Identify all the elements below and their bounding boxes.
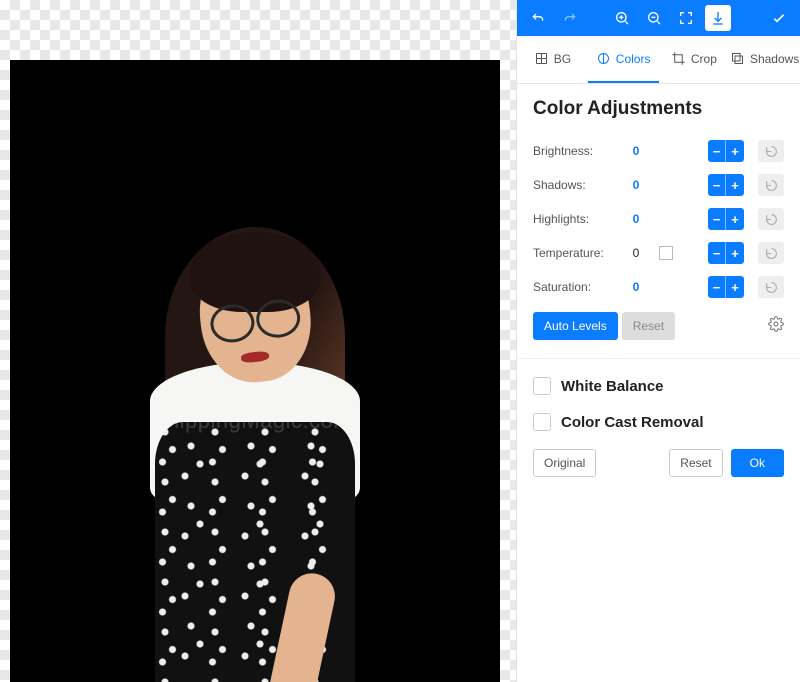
undo-icon[interactable] bbox=[525, 5, 551, 31]
tab-colors-label: Colors bbox=[616, 52, 651, 66]
tab-crop[interactable]: Crop bbox=[659, 36, 730, 83]
temperature-swatch[interactable] bbox=[659, 246, 673, 260]
original-button[interactable]: Original bbox=[533, 449, 596, 477]
shadows-value: 0 bbox=[621, 178, 651, 192]
highlights-row: Highlights: 0 − + bbox=[533, 202, 784, 236]
saturation-minus-button[interactable]: − bbox=[708, 276, 726, 298]
highlights-reset-button[interactable] bbox=[758, 208, 784, 230]
fit-icon[interactable] bbox=[673, 5, 699, 31]
zoom-out-icon[interactable] bbox=[641, 5, 667, 31]
temperature-label: Temperature: bbox=[533, 246, 613, 260]
temperature-plus-button[interactable]: + bbox=[726, 242, 744, 264]
white-balance-checkbox[interactable] bbox=[533, 377, 551, 395]
temperature-value: 0 bbox=[621, 246, 651, 260]
zoom-in-icon[interactable] bbox=[609, 5, 635, 31]
shadows-reset-button[interactable] bbox=[758, 174, 784, 196]
saturation-row: Saturation: 0 − + bbox=[533, 270, 784, 304]
tab-shadows-label: Shadows bbox=[750, 52, 799, 66]
tabs: BG Colors Crop Shadows bbox=[517, 36, 800, 84]
tab-shadows[interactable]: Shadows bbox=[729, 36, 800, 83]
image-preview: ClippingMagic.com bbox=[10, 60, 500, 682]
confirm-icon[interactable] bbox=[766, 5, 792, 31]
shadows-label: Shadows: bbox=[533, 178, 613, 192]
brightness-row: Brightness: 0 − + bbox=[533, 134, 784, 168]
saturation-value: 0 bbox=[621, 280, 651, 294]
color-cast-label: Color Cast Removal bbox=[561, 414, 704, 431]
ok-button[interactable]: Ok bbox=[731, 449, 784, 477]
redo-icon[interactable] bbox=[557, 5, 583, 31]
highlights-label: Highlights: bbox=[533, 212, 613, 226]
brightness-label: Brightness: bbox=[533, 144, 613, 158]
shadows-plus-button[interactable]: + bbox=[726, 174, 744, 196]
highlights-plus-button[interactable]: + bbox=[726, 208, 744, 230]
color-cast-checkbox[interactable] bbox=[533, 413, 551, 431]
auto-levels-button[interactable]: Auto Levels bbox=[533, 312, 618, 340]
reset-button[interactable]: Reset bbox=[669, 449, 722, 477]
canvas-area[interactable]: ClippingMagic.com bbox=[0, 0, 516, 682]
temperature-minus-button[interactable]: − bbox=[708, 242, 726, 264]
brightness-minus-button[interactable]: − bbox=[708, 140, 726, 162]
temperature-reset-button[interactable] bbox=[758, 242, 784, 264]
highlights-value: 0 bbox=[621, 212, 651, 226]
reset-levels-button[interactable]: Reset bbox=[622, 312, 675, 340]
saturation-reset-button[interactable] bbox=[758, 276, 784, 298]
side-panel: BG Colors Crop Shadows Color Adjustments… bbox=[516, 0, 800, 682]
highlights-minus-button[interactable]: − bbox=[708, 208, 726, 230]
shadows-row: Shadows: 0 − + bbox=[533, 168, 784, 202]
temperature-row: Temperature: 0 − + bbox=[533, 236, 784, 270]
tab-colors[interactable]: Colors bbox=[588, 36, 659, 83]
brightness-value: 0 bbox=[621, 144, 651, 158]
tab-crop-label: Crop bbox=[691, 52, 717, 66]
brightness-reset-button[interactable] bbox=[758, 140, 784, 162]
panel-title: Color Adjustments bbox=[533, 98, 784, 120]
settings-gear-icon[interactable] bbox=[768, 316, 784, 337]
white-balance-label: White Balance bbox=[561, 378, 664, 395]
tab-bg[interactable]: BG bbox=[517, 36, 588, 83]
tab-bg-label: BG bbox=[554, 52, 571, 66]
download-icon[interactable] bbox=[705, 5, 731, 31]
saturation-plus-button[interactable]: + bbox=[726, 276, 744, 298]
saturation-label: Saturation: bbox=[533, 280, 613, 294]
brightness-plus-button[interactable]: + bbox=[726, 140, 744, 162]
shadows-minus-button[interactable]: − bbox=[708, 174, 726, 196]
topbar bbox=[517, 0, 800, 36]
